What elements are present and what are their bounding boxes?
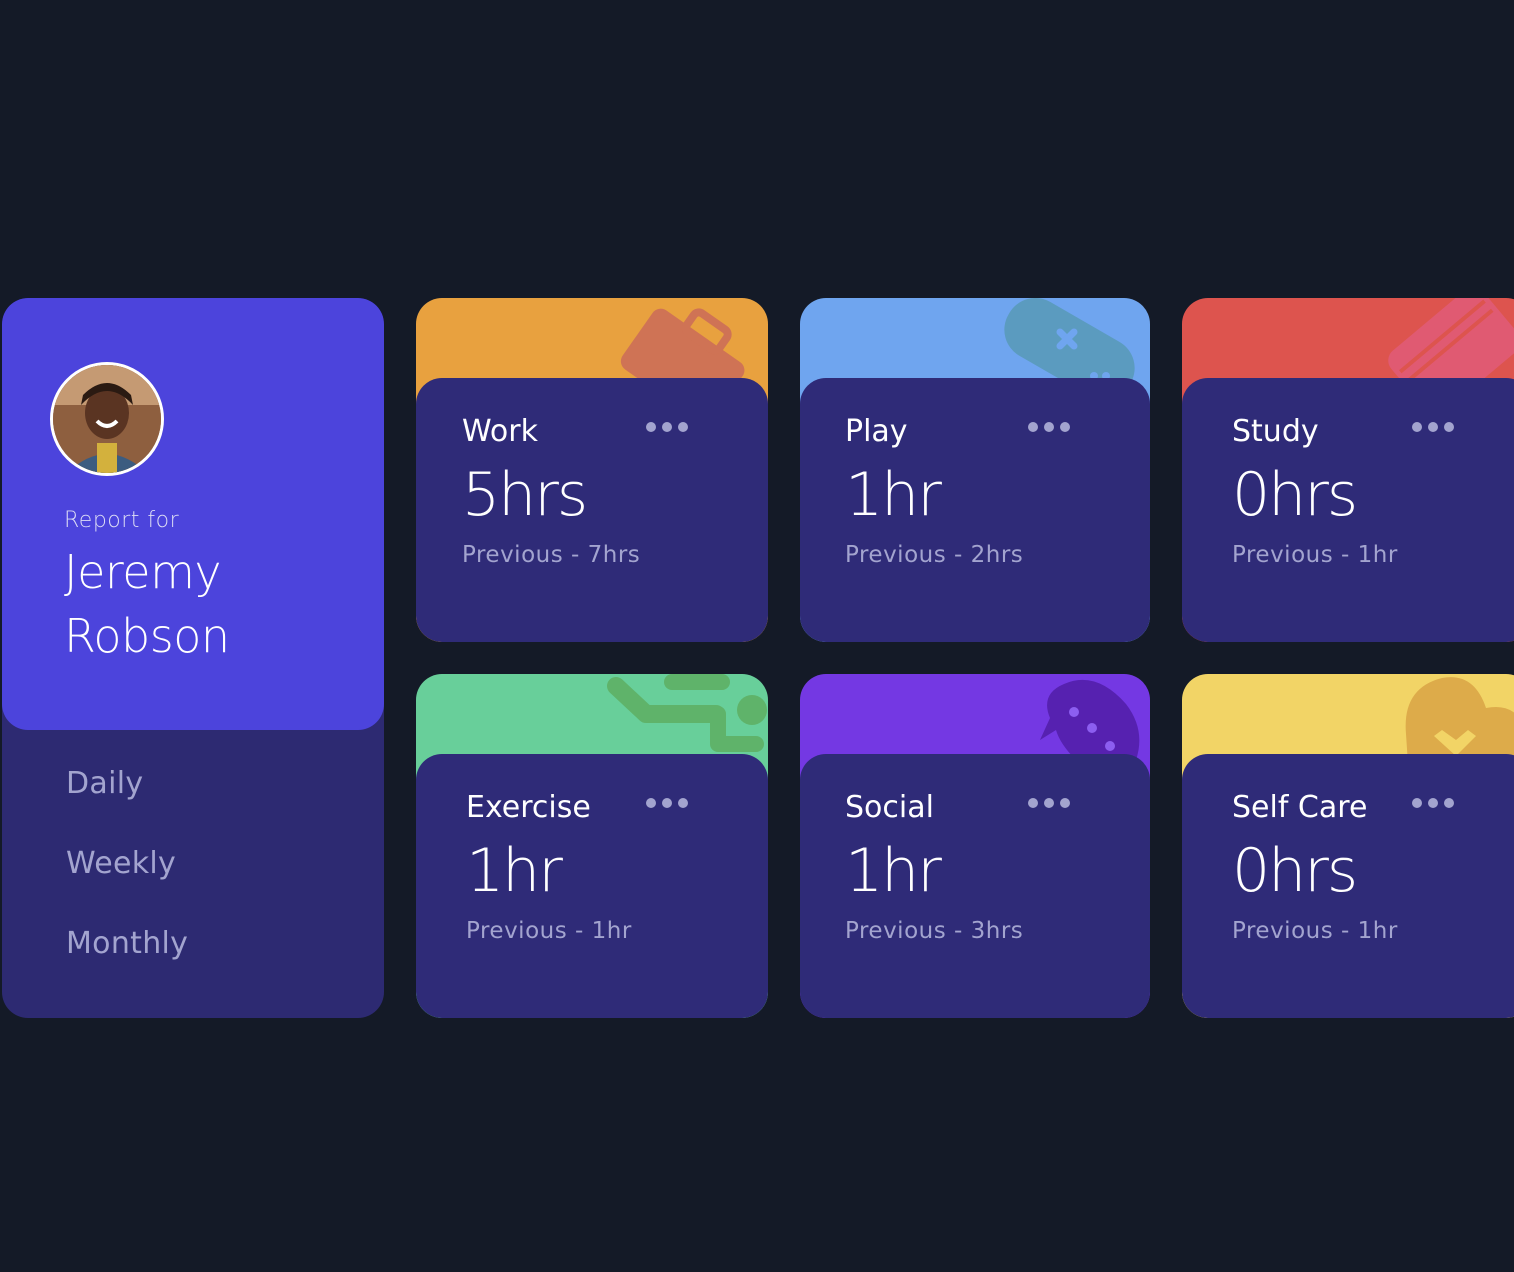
card-title: Play: [845, 414, 908, 449]
card-previous: Previous - 1hr: [466, 918, 632, 944]
card-hours: 5hrs: [462, 460, 588, 530]
card-play: Play 1hr Previous - 2hrs: [800, 298, 1150, 642]
card-title: Exercise: [466, 790, 591, 825]
card-play-body[interactable]: Play 1hr Previous - 2hrs: [800, 378, 1150, 642]
book-icon: [1388, 298, 1514, 388]
card-hours: 1hr: [845, 460, 942, 530]
card-menu-button[interactable]: [646, 792, 688, 814]
gamepad-icon: [1004, 298, 1135, 388]
card-exercise: Exercise 1hr Previous - 1hr: [416, 674, 768, 1018]
card-menu-button[interactable]: [1412, 792, 1454, 814]
card-menu-button[interactable]: [1028, 416, 1070, 438]
card-hours: 0hrs: [1232, 836, 1358, 906]
user-name-last: Robson: [64, 609, 230, 663]
card-social-body[interactable]: Social 1hr Previous - 3hrs: [800, 754, 1150, 1018]
card-social: Social 1hr Previous - 3hrs: [800, 674, 1150, 1018]
card-previous: Previous - 2hrs: [845, 542, 1024, 568]
ellipsis-icon: [646, 422, 656, 432]
card-hours: 1hr: [466, 836, 563, 906]
chat-icon: [1040, 679, 1140, 760]
card-menu-button[interactable]: [1412, 416, 1454, 438]
user-name: Jeremy Robson: [64, 540, 364, 668]
card-study: Study 0hrs Previous - 1hr: [1182, 298, 1514, 642]
card-work: Work 5hrs Previous - 7hrs: [416, 298, 768, 642]
avatar: [50, 362, 164, 476]
card-work-body[interactable]: Work 5hrs Previous - 7hrs: [416, 378, 768, 642]
card-previous: Previous - 1hr: [1232, 542, 1398, 568]
period-weekly[interactable]: Weekly: [66, 846, 176, 881]
period-daily[interactable]: Daily: [66, 766, 143, 801]
report-for-label: Report for: [64, 508, 180, 533]
ellipsis-icon: [1028, 422, 1038, 432]
card-study-body[interactable]: Study 0hrs Previous - 1hr: [1182, 378, 1514, 642]
card-menu-button[interactable]: [1028, 792, 1070, 814]
ellipsis-icon: [1028, 798, 1038, 808]
card-self-care: Self Care 0hrs Previous - 1hr: [1182, 674, 1514, 1018]
card-title: Study: [1232, 414, 1319, 449]
card-title: Self Care: [1232, 790, 1368, 825]
card-hours: 1hr: [845, 836, 942, 906]
card-hours: 0hrs: [1232, 460, 1358, 530]
card-previous: Previous - 1hr: [1232, 918, 1398, 944]
briefcase-icon: [620, 308, 745, 388]
ellipsis-icon: [646, 798, 656, 808]
card-previous: Previous - 7hrs: [462, 542, 641, 568]
heart-icon: [1405, 677, 1514, 764]
running-icon: [607, 674, 767, 752]
card-previous: Previous - 3hrs: [845, 918, 1024, 944]
card-title: Work: [462, 414, 538, 449]
card-title: Social: [845, 790, 934, 825]
card-self-care-body[interactable]: Self Care 0hrs Previous - 1hr: [1182, 754, 1514, 1018]
ellipsis-icon: [1412, 798, 1422, 808]
user-name-first: Jeremy: [64, 545, 222, 599]
card-menu-button[interactable]: [646, 416, 688, 438]
period-monthly[interactable]: Monthly: [66, 926, 188, 961]
avatar-image: [53, 365, 161, 473]
ellipsis-icon: [1412, 422, 1422, 432]
card-exercise-body[interactable]: Exercise 1hr Previous - 1hr: [416, 754, 768, 1018]
